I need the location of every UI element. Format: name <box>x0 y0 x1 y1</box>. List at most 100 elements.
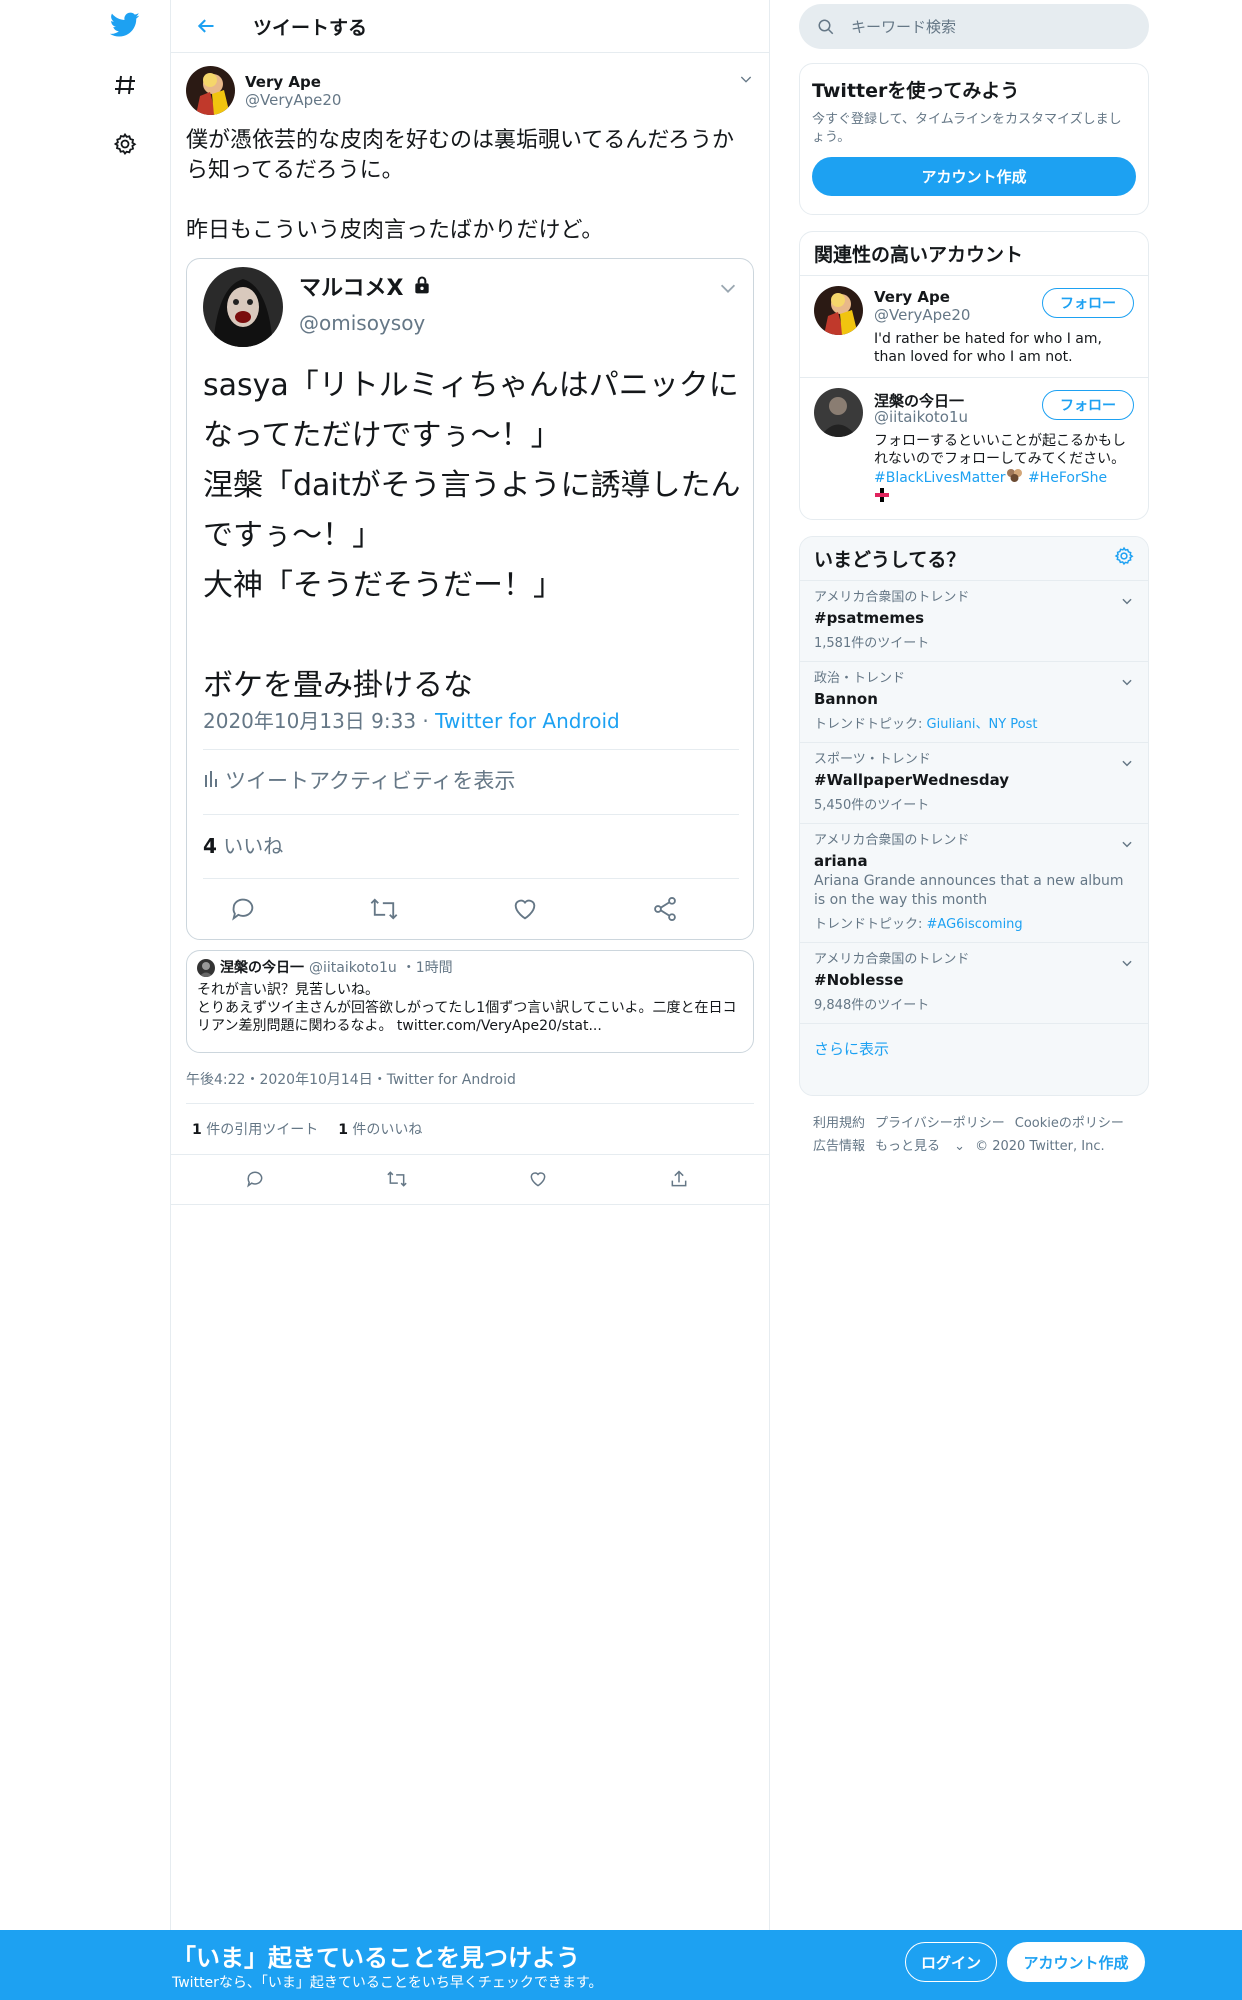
footer: 利用規約 プライバシーポリシー Cookieのポリシー 広告情報 もっと見る ⌄ © 2… <box>813 1112 1143 1158</box>
trend-context: 政治・トレンド <box>814 671 906 686</box>
trends-header: いまどうしてる？ <box>800 537 1148 581</box>
embedded-handle: @omisoysoy <box>299 311 426 335</box>
hashtag-link[interactable]: #HeForShe <box>1028 470 1107 486</box>
trend-count: 1,581件のツイート <box>814 636 930 651</box>
divider <box>203 749 739 750</box>
emoji-icon <box>1006 469 1024 486</box>
trend-count: 9,848件のツイート <box>814 998 930 1013</box>
privacy-link[interactable]: プライバシーポリシー <box>875 1116 1005 1131</box>
chevron-down-icon[interactable] <box>1120 593 1134 612</box>
embedded-name-text: マルコメX <box>299 275 404 301</box>
quote-tweets-stat[interactable]: 1 件の引用ツイート <box>192 1119 318 1139</box>
explore-hash-icon[interactable] <box>100 60 150 110</box>
avatar[interactable] <box>186 66 235 115</box>
trend-name: #Noblesse <box>814 971 904 989</box>
avatar[interactable] <box>814 286 863 335</box>
avatar[interactable] <box>814 388 863 437</box>
related-handle[interactable]: @iitaikoto1u <box>874 408 968 426</box>
trend-topics-label: トレンドトピック: <box>814 917 927 932</box>
trend-item[interactable]: 政治・トレンド Bannon トレンドトピック: Giuliani、NY Pos… <box>800 662 1148 743</box>
tweet-author: Very Ape @VeryApe20 <box>186 63 754 118</box>
tweet-stats: 1 件の引用ツイート 1 件のいいね <box>186 1104 754 1154</box>
twitter-logo-icon[interactable] <box>100 0 150 50</box>
embedded-avatar <box>203 267 283 347</box>
embedded-likes: 4 いいね <box>203 830 283 859</box>
signup-desc: 今すぐ登録して、タイムラインをカスタマイズしましょう。 <box>812 112 1122 145</box>
trend-topic-links[interactable]: Giuliani、NY Post <box>927 717 1038 732</box>
signup-button[interactable]: アカウント作成 <box>1007 1942 1145 1982</box>
related-account[interactable]: Very Ape @VeryApe20 フォロー I'd rather be h… <box>800 276 1148 378</box>
banner-title: 「いま」起きていることを見つけよう <box>172 1944 580 1972</box>
follow-button[interactable]: フォロー <box>1042 288 1134 318</box>
quoted-link[interactable]: twitter.com/VeryApe20/stat... <box>397 1018 602 1034</box>
chevron-down-icon[interactable] <box>1120 755 1134 774</box>
more-menu[interactable]: もっと見る ⌄ <box>875 1139 965 1154</box>
trend-item[interactable]: アメリカ合衆国のトレンド #Noblesse 9,848件のツイート <box>800 943 1148 1024</box>
author-name[interactable]: Very Ape <box>245 73 341 91</box>
chevron-down-icon[interactable] <box>738 71 754 91</box>
related-handle[interactable]: @VeryApe20 <box>874 306 970 324</box>
embedded-date: 2020年10月13日 9:33 · Twitter for Android <box>203 705 620 734</box>
trend-name: #WallpaperWednesday <box>814 771 1010 789</box>
trends-title: いまどうしてる？ <box>814 549 966 571</box>
trend-context: アメリカ合衆国のトレンド <box>814 952 970 967</box>
chevron-down-icon[interactable] <box>1120 674 1134 693</box>
hashtag-link[interactable]: #BlackLivesMatter <box>874 470 1006 486</box>
embedded-via: Twitter for Android <box>435 709 620 733</box>
search-input[interactable]: キーワード検索 <box>799 4 1149 49</box>
divider <box>203 814 739 815</box>
embedded-actions <box>187 895 753 935</box>
embedded-date-text: 2020年10月13日 9:33 · <box>203 709 436 733</box>
embedded-likes-count: 4 <box>203 834 217 858</box>
author-handle[interactable]: @VeryApe20 <box>245 91 341 109</box>
embedded-text: sasya「リトルミィちゃんはパニックになってただけですぅ～！」 涅槃「dait… <box>203 368 741 703</box>
retweet-icon[interactable] <box>386 1169 408 1193</box>
settings-gear-icon[interactable] <box>100 119 150 169</box>
trend-name: #psatmemes <box>814 609 925 627</box>
bar-chart-icon <box>203 768 219 792</box>
quote-tweets-count: 1 <box>192 1122 202 1138</box>
trend-item[interactable]: スポーツ・トレンド #WallpaperWednesday 5,450件のツイー… <box>800 743 1148 824</box>
activity-label: ツイートアクティビティを表示 <box>225 769 516 793</box>
show-more-link[interactable]: さらに表示 <box>800 1024 1148 1072</box>
follow-button[interactable]: フォロー <box>1042 390 1134 420</box>
ads-link[interactable]: 広告情報 <box>813 1139 865 1154</box>
heforshe-emoji-icon <box>874 488 890 507</box>
quoted-header: 涅槃の今日一 @iitaikoto1u ・1時間 <box>197 959 743 977</box>
tweet-meta: 午後4:22・2020年10月14日・Twitter for Android <box>186 1072 516 1088</box>
trend-item[interactable]: アメリカ合衆国のトレンド #psatmemes 1,581件のツイート <box>800 581 1148 662</box>
trend-name: ariana <box>814 852 868 870</box>
search-icon <box>817 18 835 36</box>
quoted-tweet[interactable]: 涅槃の今日一 @iitaikoto1u ・1時間 それが言い訳？見苦しいね。 と… <box>186 950 754 1053</box>
likes-stat[interactable]: 1 件のいいね <box>338 1119 422 1139</box>
gear-icon[interactable] <box>1114 546 1134 571</box>
quoted-name: 涅槃の今日一 <box>220 960 304 976</box>
share-icon[interactable] <box>669 1169 689 1193</box>
chevron-down-icon[interactable] <box>1120 955 1134 974</box>
reply-icon[interactable] <box>245 1169 265 1193</box>
chevron-down-icon[interactable] <box>1120 836 1134 855</box>
page-title: ツイートする <box>253 16 368 39</box>
embedded-name: マルコメX <box>299 275 432 302</box>
search-placeholder: キーワード検索 <box>851 18 957 36</box>
cookie-link[interactable]: Cookieのポリシー <box>1015 1116 1124 1131</box>
like-icon[interactable] <box>528 1169 548 1193</box>
trend-description: Ariana Grande announces that a new album… <box>814 873 1124 908</box>
related-account[interactable]: 涅槃の今日一 @iitaikoto1u フォロー フォローするといいことが起こる… <box>800 378 1148 518</box>
related-accounts: 関連性の高いアカウント Very Ape @VeryApe20 フォロー I'd… <box>799 231 1149 520</box>
avatar <box>197 959 215 977</box>
likes-count: 1 <box>338 1122 348 1138</box>
trend-topic-links[interactable]: #AG6iscoming <box>927 917 1023 932</box>
related-bio: フォローするといいことが起こるかもしれないのでフォローしてみてください。 #Bl… <box>874 432 1136 508</box>
related-name[interactable]: Very Ape <box>874 288 950 306</box>
tweet-image[interactable]: マルコメX @omisoysoy sasya「リトルミィちゃんはパニックになって… <box>186 258 754 940</box>
divider <box>203 878 739 879</box>
signup-box: Twitterを使ってみよう 今すぐ登録して、タイムラインをカスタマイズしましょ… <box>799 63 1149 215</box>
main-column: ツイートする Very Ape @VeryApe20 僕が憑依芸的な皮肉を好むの… <box>170 0 770 1930</box>
create-account-button[interactable]: アカウント作成 <box>812 157 1136 196</box>
terms-link[interactable]: 利用規約 <box>813 1116 865 1131</box>
quoted-text: それが言い訳？見苦しいね。 とりあえずツイ主さんが回答欲しがってたし1個ずつ言い… <box>197 981 743 1035</box>
login-button[interactable]: ログイン <box>905 1942 997 1982</box>
trend-item[interactable]: アメリカ合衆国のトレンド ariana Ariana Grande announ… <box>800 824 1148 943</box>
back-arrow-icon[interactable] <box>191 11 221 41</box>
